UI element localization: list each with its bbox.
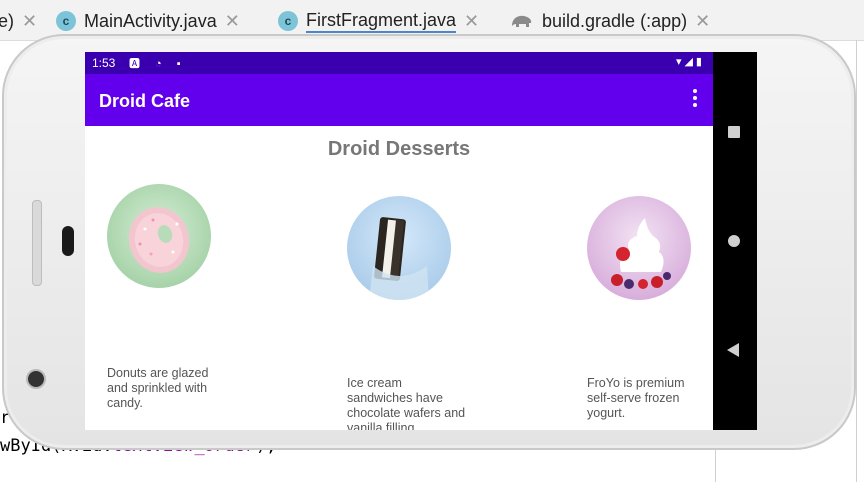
java-class-icon: c (278, 11, 298, 31)
panel-divider (856, 40, 857, 482)
page-title: Droid Desserts (327, 138, 471, 160)
tab-main-activity[interactable]: c MainActivity.java ✕ (56, 9, 240, 33)
close-icon[interactable]: ✕ (464, 11, 479, 32)
volume-button[interactable] (32, 200, 42, 286)
froyo-image[interactable] (587, 196, 691, 300)
main-content: Droid Desserts Donuts are glazed and spr… (85, 126, 713, 430)
system-nav-bar (713, 52, 757, 430)
recents-icon[interactable] (728, 126, 740, 138)
close-icon[interactable]: ✕ (22, 11, 37, 32)
speaker-grille (62, 226, 74, 256)
close-icon[interactable]: ✕ (695, 11, 710, 32)
editor-tab-partial[interactable]: e) ✕ (0, 9, 37, 33)
tab-build-gradle[interactable]: build.gradle (:app) ✕ (510, 9, 710, 33)
ice-cream-description: Ice cream sandwiches have chocolate wafe… (347, 376, 466, 430)
froyo-description: FroYo is premium self-serve frozen yogur… (587, 376, 685, 420)
close-icon[interactable]: ✕ (225, 11, 240, 32)
tab-label: build.gradle (:app) (542, 10, 688, 31)
tab-label: e) (0, 10, 15, 31)
app-bar: Droid Cafe (85, 74, 713, 126)
donut-image[interactable] (107, 184, 211, 288)
home-icon[interactable] (728, 235, 740, 247)
app-title: Droid Cafe (99, 91, 191, 111)
front-camera (26, 369, 46, 389)
tab-label: FirstFragment.java (306, 10, 457, 33)
overflow-menu-icon[interactable] (693, 89, 699, 107)
notification-icons: 🅰 ◔ ▪ (129, 58, 187, 70)
status-time: 1:53 (92, 56, 116, 70)
tab-first-fragment[interactable]: c FirstFragment.java ✕ (278, 9, 479, 33)
back-icon[interactable] (727, 343, 739, 357)
gradle-elephant-icon (512, 15, 532, 27)
ice-cream-sandwich-image[interactable] (347, 196, 451, 300)
signal-battery-icons: ▾◢▮ (675, 56, 705, 68)
donut-description: Donuts are glazed and sprinkled with can… (107, 366, 209, 410)
status-bar: 1:53 🅰 ◔ ▪ ▾◢▮ (85, 52, 713, 74)
tab-label: MainActivity.java (84, 10, 217, 31)
java-class-icon: c (56, 11, 76, 31)
device-screen: 1:53 🅰 ◔ ▪ ▾◢▮ Droid Cafe Droid Desserts… (85, 52, 757, 430)
